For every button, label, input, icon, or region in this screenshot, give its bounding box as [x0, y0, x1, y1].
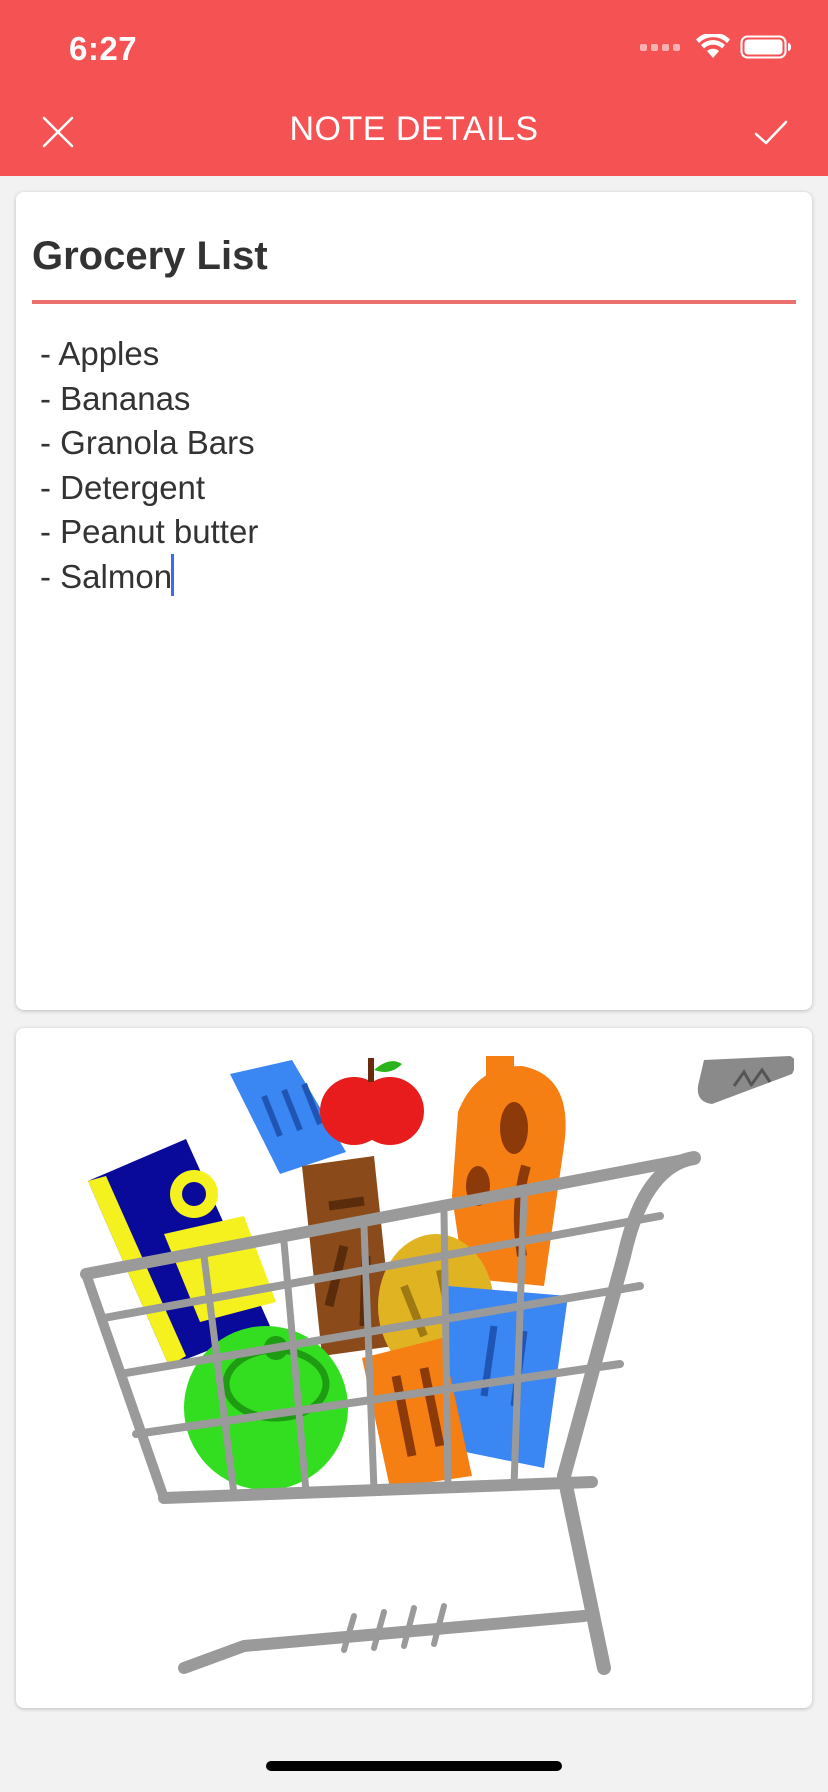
- cart-handle: [697, 1056, 794, 1104]
- wifi-icon: [696, 34, 730, 58]
- battery-icon: [740, 35, 791, 59]
- home-indicator[interactable]: [266, 1761, 562, 1771]
- text-caret: [171, 554, 174, 596]
- title-underline: [32, 300, 796, 304]
- apple: [320, 1058, 424, 1145]
- check-icon: [754, 120, 788, 145]
- note-body-textarea[interactable]: - Apples - Bananas - Granola Bars - Dete…: [40, 332, 780, 600]
- save-button[interactable]: [746, 108, 794, 156]
- cellular-signal-icon: [640, 43, 680, 51]
- status-icons: [640, 34, 792, 60]
- note-title-input[interactable]: [32, 226, 796, 286]
- note-image-card[interactable]: [16, 1028, 812, 1708]
- shopping-cart-image: [80, 1056, 794, 1675]
- page-title: NOTE DETAILS: [289, 110, 539, 148]
- status-time: 6:27: [69, 30, 138, 67]
- note-card: - Apples - Bananas - Granola Bars - Dete…: [16, 192, 812, 1010]
- app-header: 6:27 NOTE DETAILS: [0, 0, 828, 176]
